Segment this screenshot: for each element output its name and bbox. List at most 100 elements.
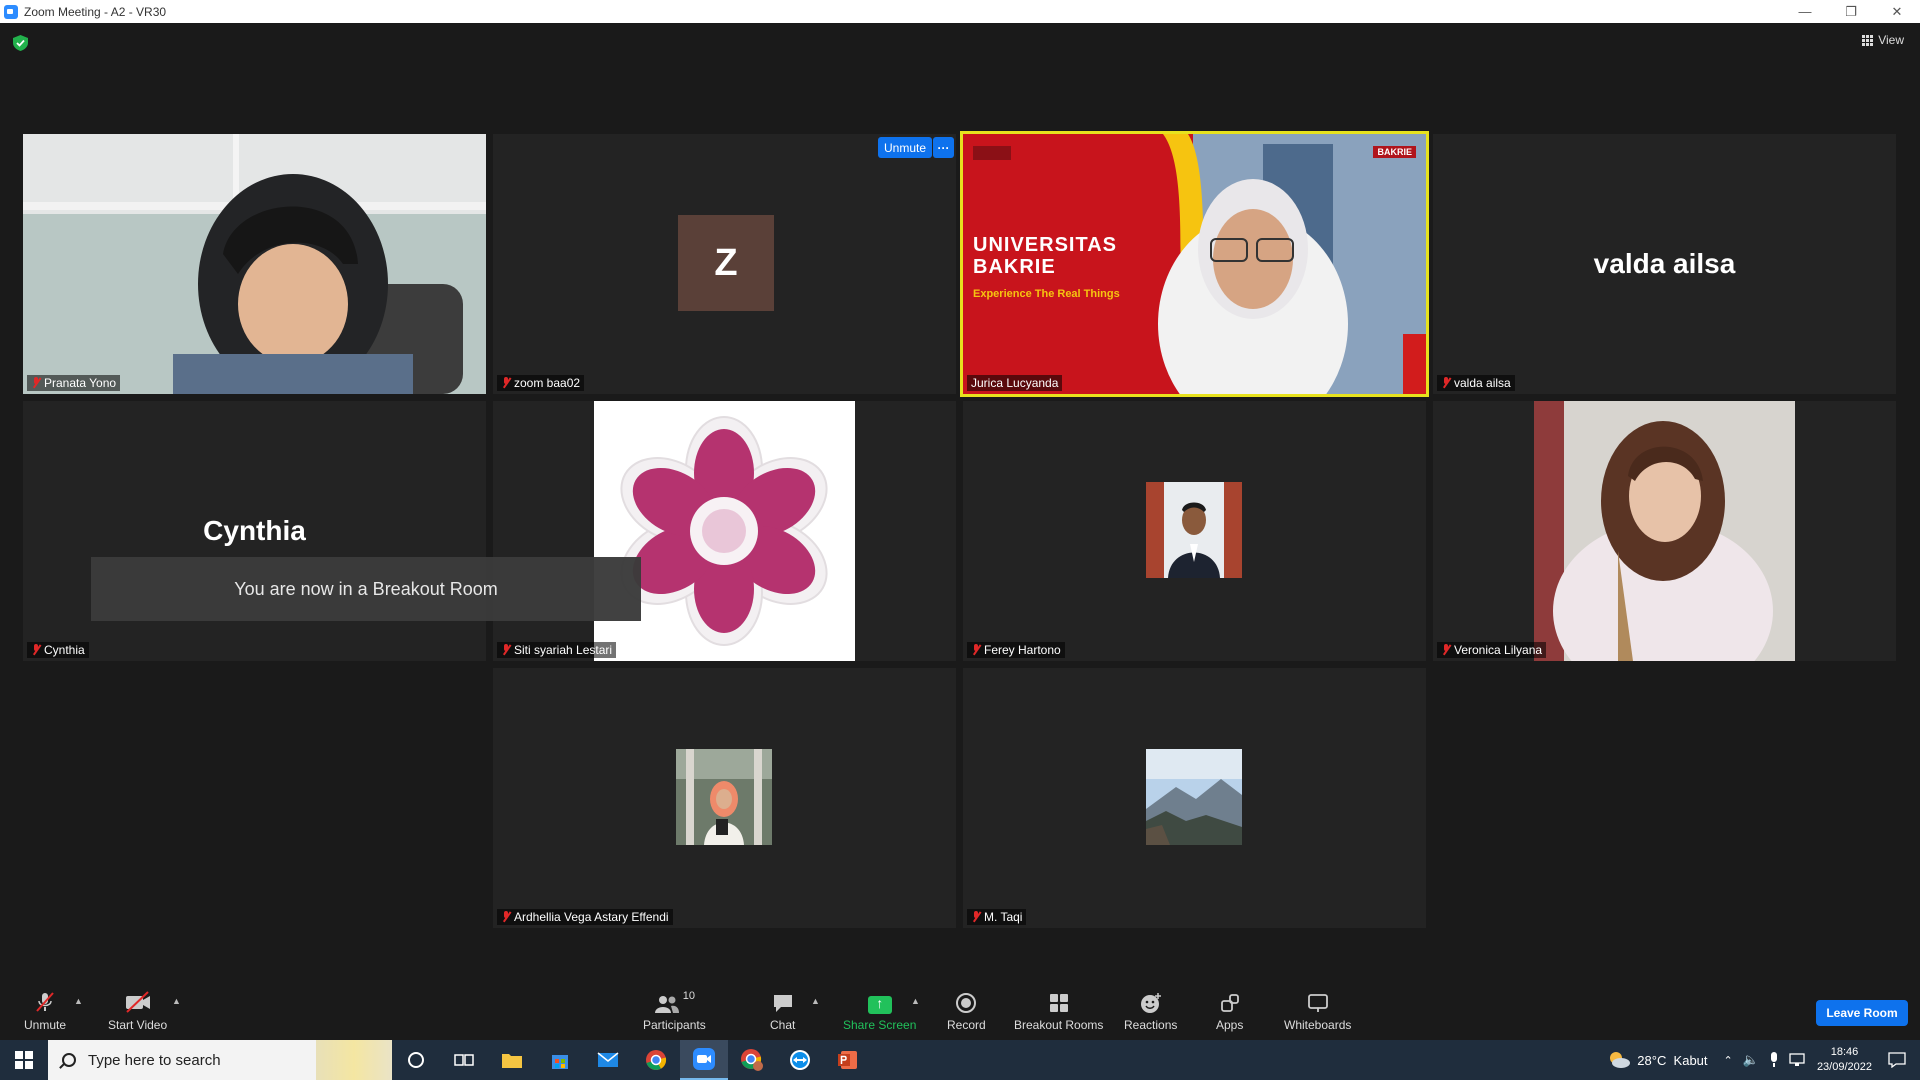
reactions-smiley-icon (1140, 993, 1161, 1013)
bakrie-logo: BAKRIE (1373, 146, 1416, 158)
weather-cloud-icon[interactable] (1607, 1050, 1631, 1070)
whiteboards-label: Whiteboards (1284, 1018, 1352, 1032)
profile-picture (676, 749, 772, 845)
participant-name-tag: Pranata Yono (27, 375, 121, 391)
chrome-button[interactable] (632, 1040, 680, 1080)
store-bag-icon (552, 1055, 568, 1069)
participant-name: Pranata Yono (44, 376, 117, 390)
mail-envelope-icon (597, 1052, 619, 1067)
taskbar-search-box[interactable]: Type here to search (48, 1040, 392, 1080)
participant-name-tag: Ferey Hartono (967, 642, 1065, 658)
record-button[interactable]: Record (947, 990, 986, 1032)
participants-button[interactable]: 10 Participants (643, 990, 706, 1032)
apps-button[interactable]: Apps (1216, 990, 1243, 1032)
audio-options-caret-icon[interactable]: ▲ (74, 996, 83, 1006)
taskbar-clock[interactable]: 18:46 23/09/2022 (1817, 1045, 1872, 1075)
self-more-options-button[interactable]: ··· (933, 137, 954, 158)
task-view-icon (454, 1054, 474, 1066)
minimize-button[interactable]: — (1782, 0, 1828, 23)
mic-muted-icon (1441, 377, 1451, 389)
video-tile-valda-ailsa[interactable]: valda ailsa valda ailsa (1433, 134, 1896, 394)
participant-name-tag: M. Taqi (967, 909, 1027, 925)
video-tile-m-taqi[interactable]: M. Taqi (963, 668, 1426, 928)
unmute-button[interactable]: Unmute (24, 990, 66, 1032)
apps-icon (1220, 994, 1239, 1012)
mic-muted-icon (1441, 644, 1451, 656)
start-video-label: Start Video (108, 1018, 168, 1032)
video-tile-zoom-baa02[interactable]: Z zoom baa02 (493, 134, 956, 394)
notifications-icon[interactable] (1888, 1052, 1906, 1068)
participant-name: valda ailsa (1454, 376, 1511, 390)
share-options-caret-icon[interactable]: ▲ (911, 996, 920, 1006)
zoom-taskbar-button[interactable] (680, 1040, 728, 1080)
network-icon[interactable] (1789, 1053, 1807, 1067)
video-tile-veronica-lilyana[interactable]: Veronica Lilyana (1433, 401, 1896, 661)
start-video-button[interactable]: Start Video (108, 990, 167, 1032)
meeting-toolbar: Unmute ▲ Start Video ▲ 10 Participants C… (0, 980, 1920, 1040)
volume-icon[interactable]: 🔈 (1743, 1052, 1759, 1068)
show-hidden-icons-chevron-icon[interactable]: ⌃ (1724, 1054, 1733, 1067)
chat-options-caret-icon[interactable]: ▲ (811, 996, 820, 1006)
video-options-caret-icon[interactable]: ▲ (172, 996, 181, 1006)
reactions-button[interactable]: Reactions (1124, 990, 1177, 1032)
share-screen-button[interactable]: Share Screen (843, 990, 916, 1032)
participant-name: M. Taqi (984, 910, 1023, 924)
mail-button[interactable] (584, 1040, 632, 1080)
self-unmute-button[interactable]: Unmute (878, 137, 933, 158)
clock-time: 18:46 (1830, 1046, 1859, 1058)
close-button[interactable]: ✕ (1874, 0, 1920, 23)
chrome-profile-button[interactable] (728, 1040, 776, 1080)
mic-muted-icon (501, 911, 511, 923)
apps-label: Apps (1216, 1018, 1244, 1032)
avatar: Z (678, 215, 774, 311)
clock-date: 23/09/2022 (1816, 1061, 1872, 1073)
video-tile-ferey-hartono[interactable]: Ferey Hartono (963, 401, 1426, 661)
participant-name: Ferey Hartono (984, 643, 1061, 657)
participant-name: Siti syariah Lestari (514, 643, 613, 657)
unmute-label: Unmute (24, 1018, 67, 1032)
record-label: Record (947, 1018, 986, 1032)
chrome-profile-icon (741, 1049, 763, 1071)
mic-muted-icon (971, 911, 981, 923)
participants-label: Participants (643, 1018, 706, 1032)
grid-view-icon (1862, 34, 1874, 46)
banner-title: UNIVERSITAS BAKRIE (973, 234, 1117, 278)
share-screen-label: Share Screen (843, 1018, 917, 1032)
participant-video (1534, 401, 1795, 661)
view-label: View (1878, 33, 1904, 47)
profile-picture (1146, 749, 1242, 845)
chrome-icon (646, 1050, 667, 1070)
microphone-in-use-icon[interactable] (1769, 1052, 1779, 1068)
task-view-button[interactable] (440, 1040, 488, 1080)
microsoft-store-button[interactable] (536, 1040, 584, 1080)
breakout-rooms-button[interactable]: Breakout Rooms (1014, 990, 1103, 1032)
search-icon (62, 1053, 76, 1067)
restore-button[interactable]: ❐ (1828, 0, 1874, 23)
video-tile-jurica-lucyanda[interactable]: UNIVERSITAS BAKRIE Experience The Real T… (960, 131, 1429, 397)
windows-start-button[interactable] (0, 1040, 48, 1080)
banner-subtitle: Experience The Real Things (973, 288, 1120, 300)
participant-name-tag: Veronica Lilyana (1437, 642, 1547, 658)
leave-room-button[interactable]: Leave Room (1816, 1000, 1908, 1026)
participant-name-tag: Cynthia (27, 642, 89, 658)
folder-icon (502, 1054, 522, 1068)
whiteboards-button[interactable]: Whiteboards (1284, 990, 1351, 1032)
video-tile-pranata-yono[interactable]: Pranata Yono (23, 134, 486, 394)
mic-muted-icon (501, 377, 511, 389)
video-tile-ardhellia-vega-astary-effendi[interactable]: Ardhellia Vega Astary Effendi (493, 668, 956, 928)
security-shield-icon[interactable] (13, 35, 28, 51)
view-button[interactable]: View (1862, 33, 1904, 47)
chat-button[interactable]: Chat (770, 990, 795, 1032)
window-title-bar: Zoom Meeting - A2 - VR30 — ❐ ✕ (0, 0, 1920, 23)
powerpoint-button[interactable] (824, 1040, 872, 1080)
file-explorer-button[interactable] (488, 1040, 536, 1080)
video-tile-siti-syariah-lestari[interactable]: Siti syariah Lestari (493, 401, 956, 661)
cortana-button[interactable] (392, 1040, 440, 1080)
zoom-app-icon (4, 4, 18, 19)
participant-display-name: Cynthia (203, 515, 306, 546)
video-tile-cynthia[interactable]: Cynthia Cynthia (23, 401, 486, 661)
weather-text[interactable]: 28°C Kabut (1637, 1053, 1707, 1068)
teamviewer-button[interactable] (776, 1040, 824, 1080)
participant-name: zoom baa02 (514, 376, 581, 390)
participant-name-tag: valda ailsa (1437, 375, 1515, 391)
